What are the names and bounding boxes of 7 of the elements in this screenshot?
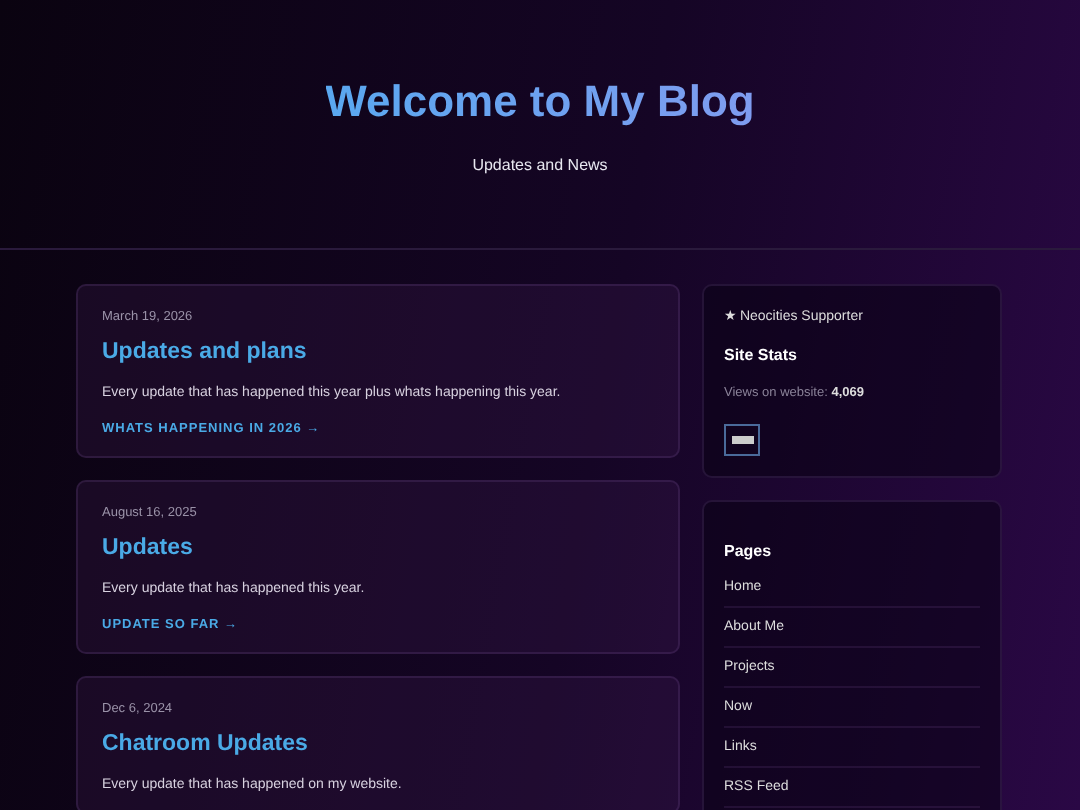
post-title: Updates [102, 536, 195, 560]
site-badge-icon[interactable] [724, 424, 760, 456]
pages-title: Pages [724, 542, 774, 560]
post-title: Updates and plans [102, 340, 309, 364]
blog-subtitle: Updates and News [472, 155, 608, 173]
stats-title: Site Stats [724, 346, 799, 364]
post-title: Chatroom Updates [102, 732, 310, 756]
